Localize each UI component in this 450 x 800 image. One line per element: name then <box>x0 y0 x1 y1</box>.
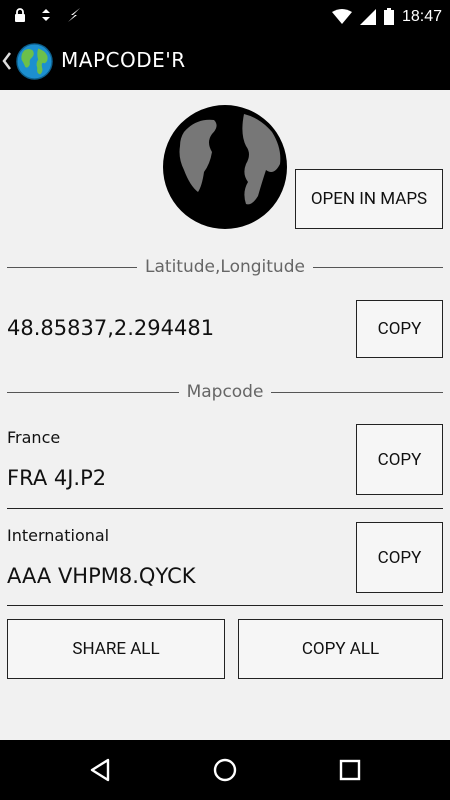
divider-line <box>7 266 138 268</box>
lock-icon <box>15 8 25 22</box>
globe-icon <box>163 105 287 229</box>
divider-line <box>312 266 443 268</box>
navigation-bar <box>0 740 450 800</box>
app-title: MAPCODE'R <box>61 48 186 72</box>
international-label: International <box>7 526 110 545</box>
copy-local-mapcode-button[interactable]: COPY <box>356 424 443 495</box>
divider-line <box>271 391 443 393</box>
mapcode-section-label: Mapcode <box>186 382 264 402</box>
status-bar: 18:47 <box>0 0 450 33</box>
status-right-icons: 18:47 <box>331 0 442 33</box>
latlon-value: 48.85837,2.294481 <box>7 316 215 340</box>
international-mapcode-underline <box>7 605 443 606</box>
status-left-icons <box>14 7 82 23</box>
back-chevron-icon[interactable] <box>2 51 12 71</box>
recents-square-icon[interactable] <box>338 758 362 782</box>
local-mapcode-underline <box>7 508 443 509</box>
wifi-icon <box>331 8 352 24</box>
open-in-maps-button[interactable]: OPEN IN MAPS <box>295 169 443 229</box>
copy-latlon-button[interactable]: COPY <box>356 300 443 358</box>
copy-international-mapcode-button[interactable]: COPY <box>356 522 443 593</box>
app-bar: MAPCODE'R <box>0 33 450 90</box>
home-circle-icon[interactable] <box>212 757 238 783</box>
mapcode-section-divider: Mapcode <box>7 382 443 402</box>
divider-line <box>7 391 179 393</box>
copy-all-button[interactable]: COPY ALL <box>238 619 443 679</box>
globe-logo-icon[interactable] <box>16 43 53 80</box>
status-time: 18:47 <box>401 7 442 25</box>
share-all-button[interactable]: SHARE ALL <box>7 619 225 679</box>
latlon-section-divider: Latitude,Longitude <box>7 257 443 277</box>
battery-icon <box>383 8 394 25</box>
back-triangle-icon[interactable] <box>88 757 112 783</box>
flash-icon <box>68 8 80 22</box>
local-territory-label: France <box>7 428 61 447</box>
signal-icon <box>359 8 376 25</box>
international-mapcode-value: AAA VHPM8.QYCK <box>7 564 196 588</box>
latlon-section-label: Latitude,Longitude <box>145 257 305 277</box>
main-content: OPEN IN MAPS Latitude,Longitude 48.85837… <box>0 90 450 740</box>
sync-icon <box>42 9 50 21</box>
local-mapcode-value: FRA 4J.P2 <box>7 466 107 490</box>
